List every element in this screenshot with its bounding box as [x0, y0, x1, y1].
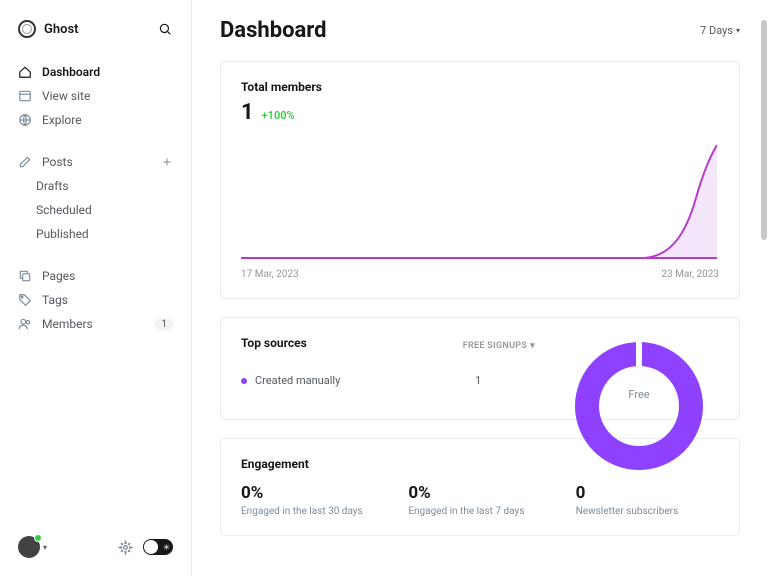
source-value: 1 — [475, 374, 535, 387]
footer-actions: ☀ — [118, 539, 173, 555]
globe-icon — [18, 113, 32, 127]
members-delta: +100% — [262, 109, 295, 122]
engagement-value: 0% — [241, 483, 384, 503]
main: Dashboard 7 Days ▾ Total members 1 +100%… — [192, 0, 768, 576]
sidebar-item-tags[interactable]: Tags — [12, 288, 179, 312]
sidebar-item-members[interactable]: Members 1 — [12, 312, 179, 336]
avatar — [18, 536, 40, 558]
sidebar-item-label: Explore — [42, 113, 82, 127]
user-menu[interactable]: ▾ — [18, 536, 47, 558]
nav-group-posts: Posts Drafts Scheduled Published — [12, 150, 179, 246]
filter-text: FREE SIGNUPS — [463, 341, 527, 351]
source-row: Created manually 1 — [241, 374, 535, 387]
sources-header: Top sources FREE SIGNUPS ▾ — [241, 336, 535, 356]
sidebar-item-label: Published — [36, 227, 89, 241]
chart-date-start: 17 Mar, 2023 — [241, 269, 299, 280]
copy-icon — [18, 269, 32, 283]
engagement-sub: Engaged in the last 30 days — [241, 506, 384, 517]
home-icon — [18, 65, 32, 79]
brand[interactable]: Ghost — [18, 20, 79, 38]
brand-name: Ghost — [44, 22, 79, 37]
main-header: Dashboard 7 Days ▾ — [220, 18, 740, 43]
plus-icon — [161, 156, 173, 168]
chevron-down-icon: ▾ — [530, 341, 535, 351]
chart-dates: 17 Mar, 2023 23 Mar, 2023 — [241, 269, 719, 280]
engagement-30d: 0% Engaged in the last 30 days — [241, 483, 384, 517]
edit-icon — [18, 155, 32, 169]
sidebar-item-label: Dashboard — [42, 65, 100, 79]
sidebar-item-scheduled[interactable]: Scheduled — [12, 198, 179, 222]
sidebar-item-label: Pages — [42, 269, 75, 283]
total-members-card: Total members 1 +100% 17 Mar, 2023 23 Ma… — [220, 61, 740, 299]
sources-list: Top sources FREE SIGNUPS ▾ Created manua… — [241, 336, 535, 401]
sidebar-item-explore[interactable]: Explore — [12, 108, 179, 132]
page-title: Dashboard — [220, 18, 327, 43]
scrollbar[interactable] — [761, 20, 767, 240]
new-post-button[interactable] — [161, 156, 173, 168]
search-icon — [158, 22, 172, 36]
sidebar: Ghost Dashboard View site Explore Posts … — [0, 0, 192, 576]
donut-chart-svg — [569, 336, 709, 476]
users-icon — [18, 317, 32, 331]
sidebar-footer: ▾ ☀ — [12, 530, 179, 564]
toggle-knob — [144, 540, 158, 554]
sidebar-item-label: Posts — [42, 155, 73, 169]
engagement-grid: 0% Engaged in the last 30 days 0% Engage… — [241, 483, 719, 517]
sidebar-item-label: View site — [42, 89, 90, 103]
source-label: Created manually — [255, 374, 340, 387]
sidebar-item-label: Drafts — [36, 179, 69, 193]
chevron-down-icon: ▾ — [43, 543, 47, 552]
card-title: Total members — [241, 80, 719, 94]
members-value: 1 — [241, 100, 254, 125]
sources-filter[interactable]: FREE SIGNUPS ▾ — [463, 341, 535, 351]
date-range-selector[interactable]: 7 Days ▾ — [700, 24, 740, 37]
sidebar-item-dashboard[interactable]: Dashboard — [12, 60, 179, 84]
tag-icon — [18, 293, 32, 307]
sidebar-item-label: Members — [42, 317, 93, 331]
sidebar-item-published[interactable]: Published — [12, 222, 179, 246]
top-sources-card: Top sources FREE SIGNUPS ▾ Created manua… — [220, 317, 740, 420]
sidebar-item-pages[interactable]: Pages — [12, 264, 179, 288]
donut-label: Free — [628, 388, 649, 401]
theme-toggle[interactable]: ☀ — [143, 539, 173, 555]
date-range-label: 7 Days — [700, 24, 733, 37]
engagement-sub: Newsletter subscribers — [576, 506, 719, 517]
nav-group-main: Dashboard View site Explore — [12, 60, 179, 132]
sidebar-item-posts[interactable]: Posts — [12, 150, 179, 174]
window-icon — [18, 89, 32, 103]
engagement-value: 0% — [408, 483, 551, 503]
newsletter-subscribers: 0 Newsletter subscribers — [576, 483, 719, 517]
sources-donut: Free — [559, 336, 719, 401]
sidebar-item-label: Scheduled — [36, 203, 92, 217]
sun-icon: ☀ — [163, 543, 170, 552]
area-chart-svg — [241, 143, 717, 263]
sidebar-header: Ghost — [12, 20, 179, 38]
sidebar-item-label: Tags — [42, 293, 68, 307]
sidebar-item-viewsite[interactable]: View site — [12, 84, 179, 108]
chevron-down-icon: ▾ — [736, 26, 740, 35]
sidebar-item-drafts[interactable]: Drafts — [12, 174, 179, 198]
nav-group-content: Pages Tags Members 1 — [12, 264, 179, 336]
engagement-value: 0 — [576, 483, 719, 503]
engagement-7d: 0% Engaged in the last 7 days — [408, 483, 551, 517]
engagement-sub: Engaged in the last 7 days — [408, 506, 551, 517]
members-count-badge: 1 — [155, 318, 173, 331]
card-title: Top sources — [241, 336, 307, 350]
brand-logo-icon — [18, 20, 36, 38]
members-chart — [241, 143, 719, 263]
settings-button[interactable] — [118, 540, 133, 555]
metric-row: 1 +100% — [241, 100, 719, 125]
source-dot-icon — [241, 378, 247, 384]
chart-date-end: 23 Mar, 2023 — [661, 269, 719, 280]
gear-icon — [118, 540, 133, 555]
search-button[interactable] — [157, 21, 173, 37]
